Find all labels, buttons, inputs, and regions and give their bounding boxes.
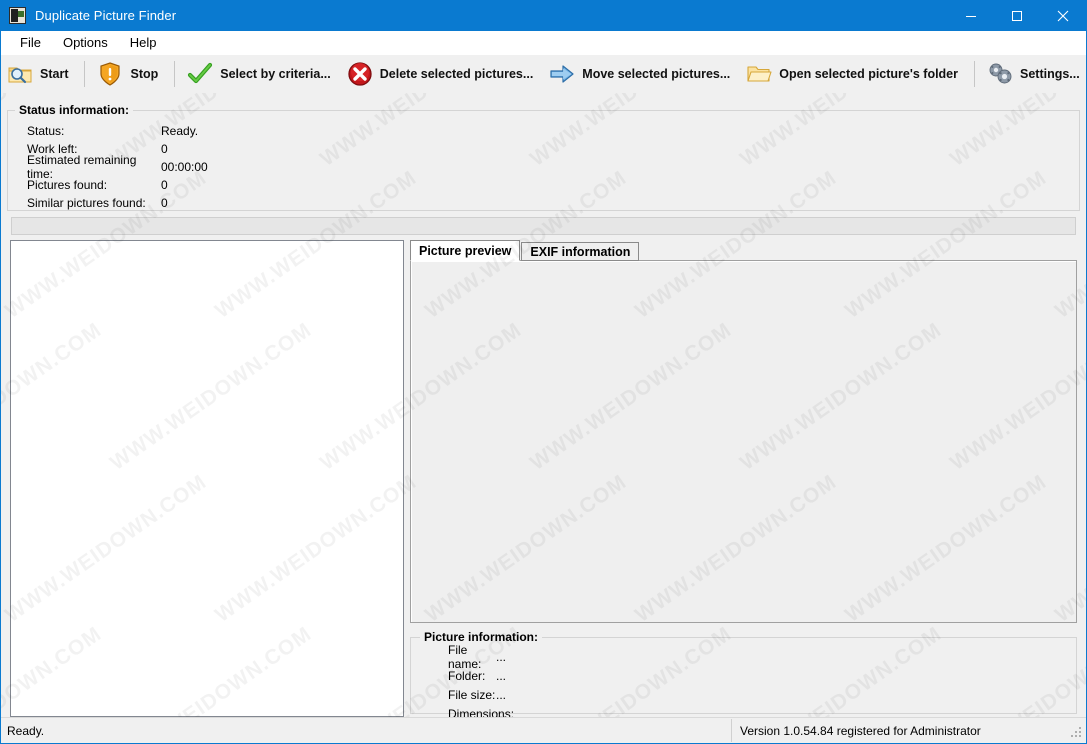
file-name-label: File name:	[448, 643, 496, 671]
menu-item-options[interactable]: Options	[52, 33, 119, 52]
toolbar-separator	[974, 61, 975, 87]
maximize-icon[interactable]	[994, 0, 1040, 31]
status-row: Similar pictures found: 0	[27, 194, 1080, 212]
settings-button-label: Settings...	[1020, 67, 1080, 81]
select-by-criteria-button[interactable]: Select by criteria...	[181, 57, 340, 91]
stop-button[interactable]: Stop	[91, 57, 168, 91]
similar-pictures-found-value: 0	[161, 196, 168, 210]
open-selected-picture-folder-label: Open selected picture's folder	[779, 67, 958, 81]
menu-item-help[interactable]: Help	[119, 33, 168, 52]
pictures-found-value: 0	[161, 178, 168, 192]
move-selected-pictures-label: Move selected pictures...	[582, 67, 730, 81]
status-bar-version-text: Version 1.0.54.84 registered for Adminis…	[732, 724, 1070, 738]
status-information-group: Status information: Status: Ready. Work …	[7, 103, 1080, 211]
start-button[interactable]: Start	[1, 57, 78, 91]
status-row: Status: Ready.	[27, 122, 1080, 140]
toolbar: Start Stop Select by cri	[1, 55, 1086, 93]
delete-selected-pictures-label: Delete selected pictures...	[380, 67, 534, 81]
picture-info-row: File size: ...	[448, 685, 1077, 704]
work-left-value: 0	[161, 142, 168, 156]
application-window: Duplicate Picture Finder File Options He…	[0, 0, 1087, 744]
folder-open-icon	[746, 61, 772, 87]
start-button-label: Start	[40, 67, 68, 81]
picture-information-group: Picture information: File name: ... Fold…	[410, 630, 1077, 716]
select-by-criteria-label: Select by criteria...	[220, 67, 330, 81]
green-check-icon	[187, 61, 213, 87]
folder-search-icon	[7, 61, 33, 87]
tab-picture-preview[interactable]: Picture preview	[410, 240, 520, 261]
menu-item-file[interactable]: File	[9, 33, 52, 52]
picture-info-row: Folder: ...	[448, 666, 1077, 685]
move-selected-pictures-button[interactable]: Move selected pictures...	[543, 57, 740, 91]
blue-arrow-right-icon	[549, 61, 575, 87]
status-row: Estimated remaining time: 00:00:00	[27, 158, 1080, 176]
stop-button-label: Stop	[130, 67, 158, 81]
tab-exif-information[interactable]: EXIF information	[521, 242, 639, 261]
open-selected-picture-folder-button[interactable]: Open selected picture's folder	[740, 57, 968, 91]
preview-pane: Picture preview EXIF information Picture…	[410, 240, 1077, 716]
status-bar: Ready. Version 1.0.54.84 registered for …	[1, 717, 1086, 743]
preview-tabs: Picture preview EXIF information	[410, 240, 1077, 261]
folder-value: ...	[496, 669, 506, 683]
results-list[interactable]	[10, 240, 404, 717]
toolbar-separator	[84, 61, 85, 87]
shield-warning-icon	[97, 61, 123, 87]
settings-button[interactable]: Settings...	[981, 57, 1087, 91]
status-row: Work left: 0	[27, 140, 1080, 158]
resize-grip-icon[interactable]	[1070, 718, 1086, 743]
status-label: Status:	[27, 124, 161, 138]
title-bar: Duplicate Picture Finder	[1, 0, 1086, 31]
status-row: Pictures found: 0	[27, 176, 1080, 194]
status-value: Ready.	[161, 124, 198, 138]
minimize-icon[interactable]	[948, 0, 994, 31]
file-name-value: ...	[496, 650, 506, 664]
similar-pictures-found-label: Similar pictures found:	[27, 196, 161, 210]
delete-selected-pictures-button[interactable]: Delete selected pictures...	[341, 57, 544, 91]
close-icon[interactable]	[1040, 0, 1086, 31]
picture-information-title: Picture information:	[420, 630, 542, 644]
window-title: Duplicate Picture Finder	[35, 8, 176, 23]
estimated-remaining-time-value: 00:00:00	[161, 160, 208, 174]
file-size-label: File size:	[448, 688, 496, 702]
pictures-found-label: Pictures found:	[27, 178, 161, 192]
gears-icon	[987, 61, 1013, 87]
app-picture-icon	[9, 7, 26, 24]
status-bar-left-text: Ready.	[1, 724, 731, 738]
toolbar-separator	[174, 61, 175, 87]
status-information-title: Status information:	[15, 103, 133, 117]
picture-info-row: File name: ...	[448, 647, 1077, 666]
estimated-remaining-time-label: Estimated remaining time:	[27, 153, 161, 181]
red-delete-icon	[347, 61, 373, 87]
progress-bar	[11, 217, 1076, 235]
folder-label: Folder:	[448, 669, 496, 683]
picture-preview-area[interactable]	[410, 260, 1077, 623]
menu-bar: File Options Help	[1, 31, 1086, 55]
file-size-value: ...	[496, 688, 506, 702]
